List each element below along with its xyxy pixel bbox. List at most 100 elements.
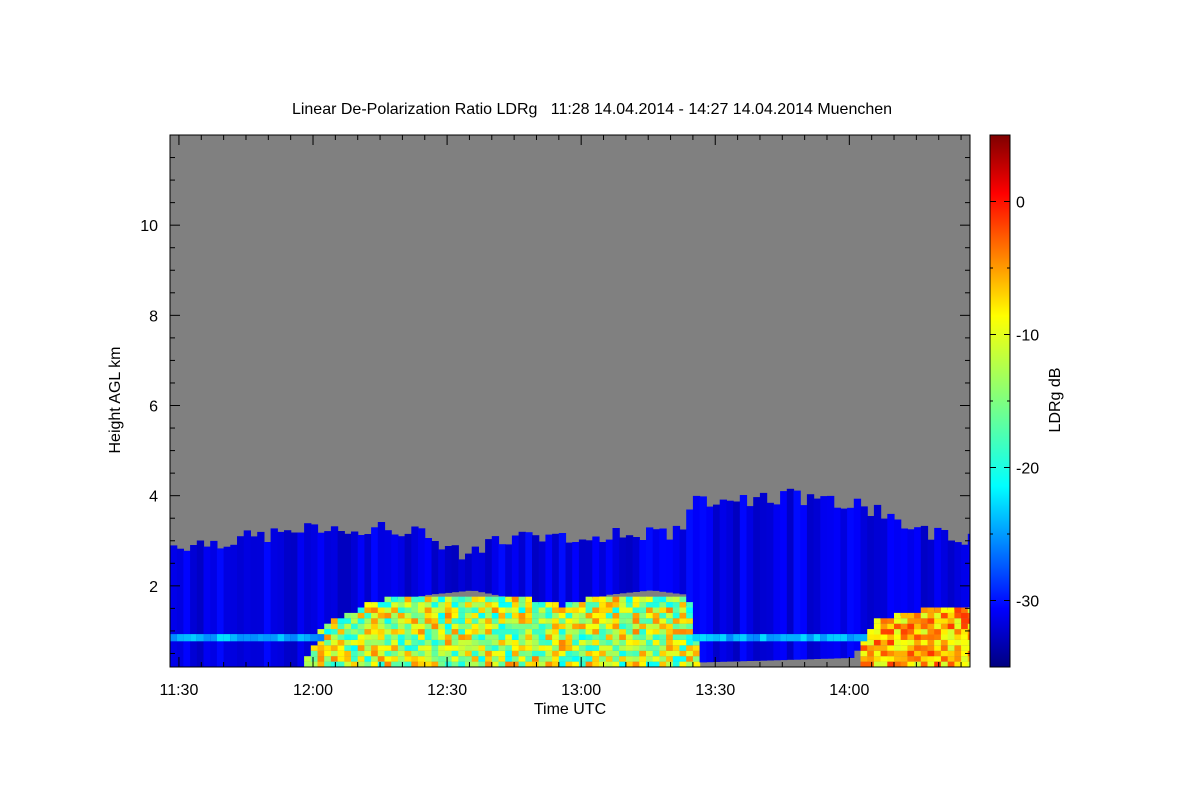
heatmap-cell	[491, 607, 500, 613]
heatmap-cell	[491, 661, 500, 667]
heatmap-cell	[934, 650, 942, 657]
heatmap-cell	[525, 629, 533, 635]
heatmap-cell	[907, 618, 915, 624]
heatmap-cell	[961, 645, 969, 651]
heatmap-cell	[934, 629, 942, 635]
heatmap-cell	[666, 618, 674, 624]
heatmap-cell	[451, 661, 459, 667]
heatmap-cell	[552, 639, 560, 646]
heatmap-cell	[900, 528, 908, 616]
heatmap-cell	[907, 661, 915, 667]
heatmap-cell	[585, 618, 593, 624]
heatmap-cell	[692, 495, 701, 640]
heatmap-cell	[485, 656, 493, 662]
heatmap-cell	[458, 656, 466, 662]
heatmap-cell	[585, 602, 593, 608]
heatmap-cell	[900, 656, 908, 662]
heatmap-cell	[632, 639, 640, 646]
heatmap-cell	[317, 650, 325, 657]
heatmap-cell	[652, 623, 660, 630]
heatmap-cell	[451, 612, 459, 619]
heatmap-cell	[592, 656, 600, 662]
heatmap-cell	[914, 612, 922, 619]
heatmap-cell	[599, 634, 607, 640]
heatmap-cell	[277, 531, 285, 667]
heatmap-cell	[357, 634, 365, 640]
heatmap-cell	[646, 656, 654, 662]
heatmap-cell	[525, 596, 533, 603]
heatmap-cell	[511, 645, 520, 651]
heatmap-cell	[310, 656, 319, 662]
heatmap-cell	[377, 602, 386, 608]
heatmap-cell	[940, 607, 949, 613]
heatmap-cell	[324, 650, 332, 657]
heatmap-cell	[384, 596, 392, 603]
heatmap-cell	[666, 607, 674, 613]
heatmap-cell	[471, 596, 479, 603]
heatmap-cell	[330, 629, 339, 635]
heatmap-cell	[927, 661, 935, 667]
heatmap-cell	[914, 645, 922, 651]
heatmap-cell	[418, 607, 426, 613]
heatmap-cell	[558, 650, 567, 657]
heatmap-cell	[612, 650, 620, 657]
heatmap-cell	[625, 645, 634, 651]
heatmap-cell	[471, 612, 479, 619]
heatmap-cell	[887, 629, 895, 635]
heatmap-cell	[377, 656, 386, 662]
heatmap-cell	[793, 634, 801, 642]
heatmap-cell	[954, 656, 962, 662]
heatmap-cell	[558, 533, 567, 609]
heatmap-cell	[565, 542, 573, 607]
heatmap-cell	[458, 559, 466, 592]
heatmap-cell	[190, 545, 198, 667]
heatmap-cell	[940, 629, 949, 635]
heatmap-cell	[532, 618, 540, 624]
heatmap-cell	[625, 623, 634, 630]
heatmap-cell	[840, 634, 848, 642]
heatmap-cell	[940, 530, 949, 611]
heatmap-cell	[612, 656, 620, 662]
heatmap-cell	[954, 639, 962, 646]
heatmap-cell	[907, 629, 915, 635]
heatmap-cell	[652, 596, 660, 603]
heatmap-cell	[585, 634, 593, 640]
heatmap-cell	[304, 634, 312, 642]
heatmap-cell	[418, 618, 426, 624]
heatmap-cell	[672, 661, 681, 667]
heatmap-cell	[364, 612, 372, 619]
heatmap-cell	[364, 623, 372, 630]
y-tick-label: 8	[149, 308, 158, 325]
heatmap-cell	[511, 618, 520, 624]
heatmap-cell	[397, 629, 406, 635]
heatmap-cell	[518, 661, 526, 667]
heatmap-cell	[431, 596, 439, 603]
heatmap-cell	[545, 634, 553, 640]
heatmap-cell	[646, 639, 654, 646]
heatmap-cell	[800, 634, 808, 642]
heatmap-cell	[639, 639, 647, 646]
heatmap-cell	[438, 612, 446, 619]
heatmap-cell	[894, 618, 902, 624]
heatmap-cell	[511, 656, 520, 662]
heatmap-cell	[625, 634, 634, 640]
heatmap-cell	[686, 645, 694, 651]
heatmap-cell	[324, 629, 332, 635]
heatmap-cell	[404, 650, 412, 657]
heatmap-cell	[585, 607, 593, 613]
heatmap-cell	[679, 639, 687, 646]
heatmap-cell	[465, 629, 473, 635]
heatmap-cell	[954, 629, 962, 635]
heatmap-cell	[538, 541, 546, 605]
heatmap-cell	[920, 645, 929, 651]
heatmap-cell	[605, 656, 614, 662]
colorbar-tick-label: 0	[1016, 195, 1025, 212]
heatmap-cell	[947, 540, 955, 611]
heatmap-cell	[384, 530, 392, 602]
heatmap-cell	[619, 650, 627, 657]
heatmap-cell	[686, 602, 694, 608]
heatmap-cell	[518, 634, 526, 640]
heatmap-cell	[619, 596, 627, 603]
heatmap-cell	[639, 612, 647, 619]
heatmap-cell	[330, 661, 339, 667]
